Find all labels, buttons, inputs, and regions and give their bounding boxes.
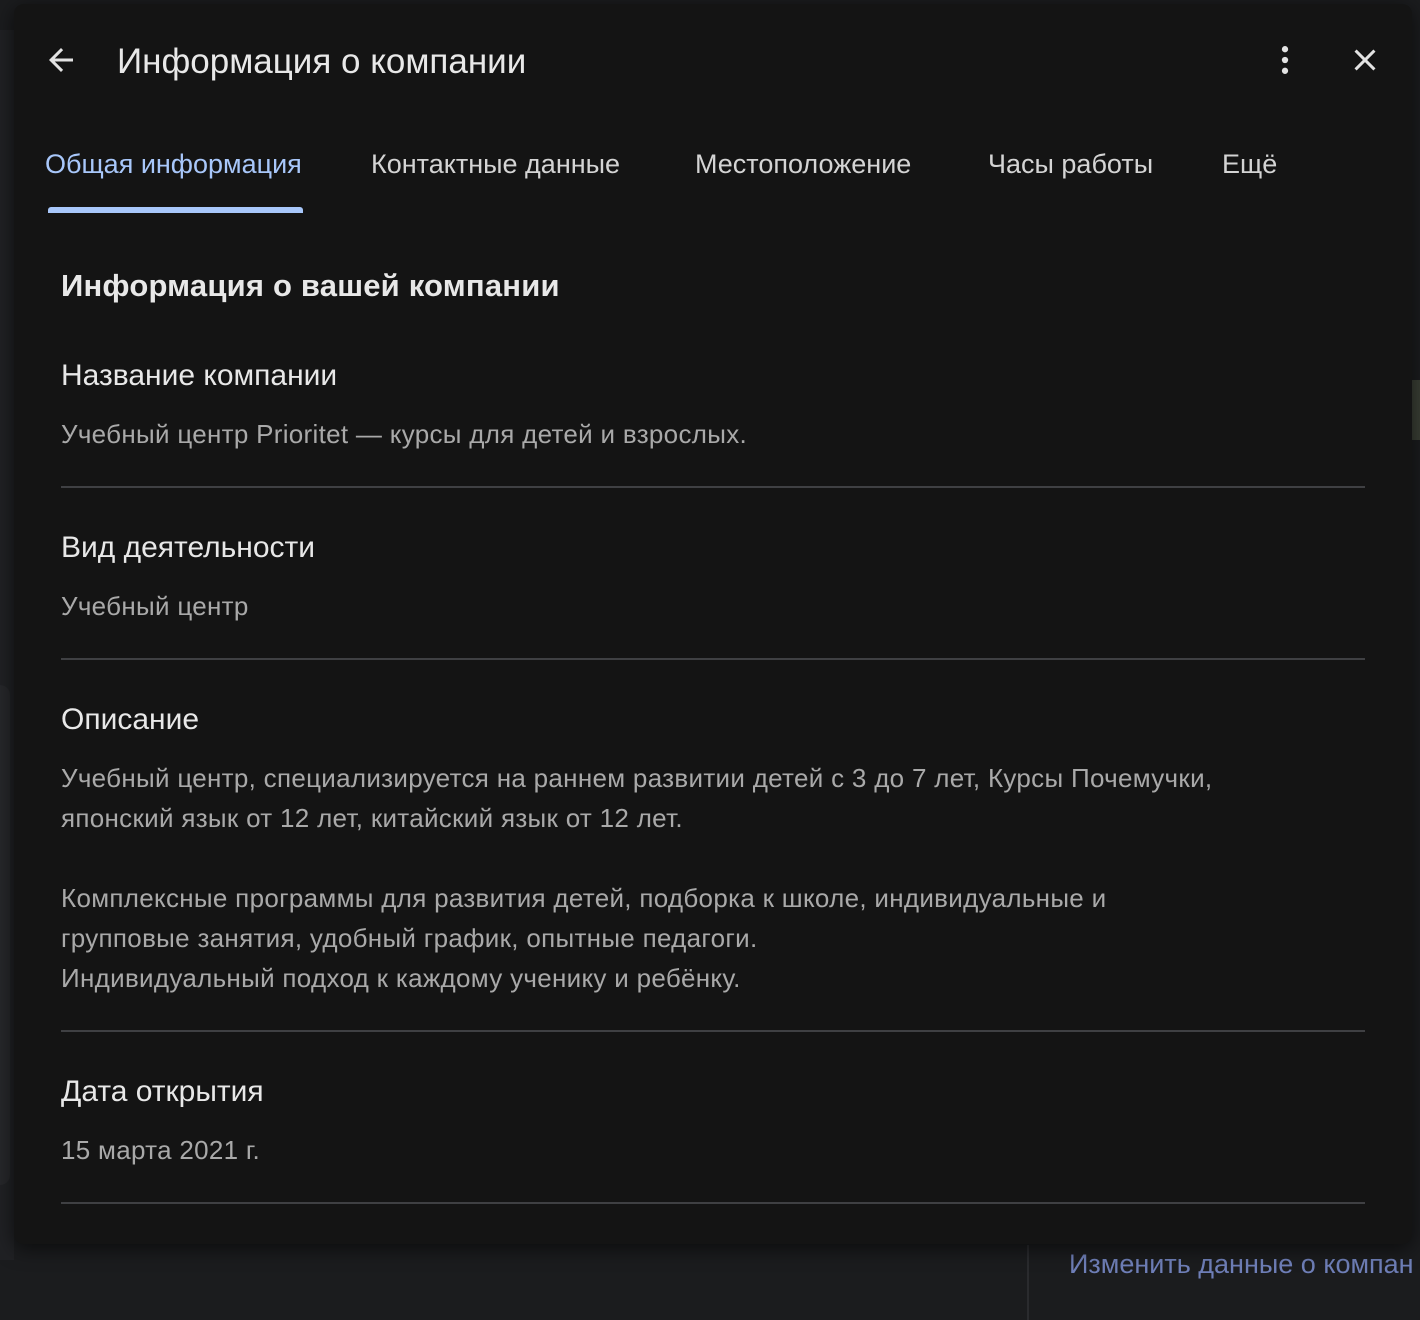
back-button[interactable]	[37, 36, 85, 84]
description-line: Комплексные программы для развития детей…	[61, 883, 1107, 913]
field-value: 15 марта 2021 г.	[61, 1135, 261, 1165]
more-vert-icon	[1281, 46, 1289, 74]
field-opening-date[interactable]: Дата открытия 15 марта 2021 г.	[61, 1072, 1365, 1204]
description-text: Учебный центр, специализируется на ранне…	[61, 758, 1365, 998]
tab-more[interactable]: Ещё	[1222, 146, 1277, 182]
background-right-image	[1412, 380, 1420, 440]
description-line: Учебный центр, специализируется на ранне…	[61, 763, 1213, 793]
background-divider	[1027, 1245, 1029, 1320]
edit-company-info-link[interactable]: Изменить данные о компан	[1069, 1247, 1414, 1281]
field-description[interactable]: Описание Учебный центр, специализируется…	[61, 700, 1365, 1032]
tab-hours[interactable]: Часы работы	[988, 146, 1153, 182]
background-left-card	[0, 685, 10, 1185]
description-line: Индивидуальный подход к каждому ученику …	[61, 963, 741, 993]
field-label: Дата открытия	[61, 1075, 264, 1108]
description-line: групповые занятия, удобный график, опытн…	[61, 923, 758, 953]
description-line: японский язык от 12 лет, китайский язык …	[61, 803, 683, 833]
field-company-name[interactable]: Название компании Учебный центр Priorite…	[61, 356, 1365, 488]
field-label: Описание	[61, 703, 200, 736]
tab-contacts[interactable]: Контактные данные	[371, 146, 620, 182]
active-tab-indicator	[48, 207, 303, 213]
field-label: Название компании	[61, 359, 338, 392]
more-options-button[interactable]	[1261, 36, 1309, 84]
tab-general-info[interactable]: Общая информация	[45, 146, 302, 182]
dialog-content: Информация о вашей компании Название ком…	[61, 216, 1365, 1204]
field-category[interactable]: Вид деятельности Учебный центр	[61, 528, 1365, 660]
close-button[interactable]	[1341, 36, 1389, 84]
field-value: Учебный центр	[61, 591, 249, 621]
tab-bar: Общая информация Контактные данные Место…	[14, 132, 1412, 216]
section-heading: Информация о вашей компании	[61, 268, 560, 303]
arrow-back-icon	[49, 48, 73, 72]
close-icon	[1354, 49, 1376, 71]
field-value: Учебный центр Prioritet — курсы для дете…	[61, 419, 748, 449]
dialog-header: Информация о компании	[14, 4, 1412, 114]
company-info-dialog: Информация о компании Общая информация К…	[14, 4, 1412, 1244]
tab-location[interactable]: Местоположение	[695, 146, 911, 182]
dialog-title: Информация о компании	[117, 42, 527, 81]
field-label: Вид деятельности	[61, 531, 316, 564]
